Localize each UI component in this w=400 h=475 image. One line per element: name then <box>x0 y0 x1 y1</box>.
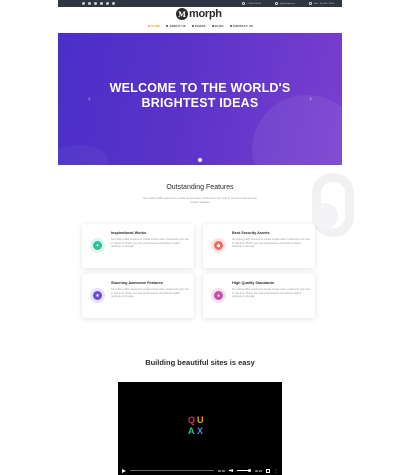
contact-mail[interactable]: info@morph.com <box>274 2 296 5</box>
feature-card-text: No coding skills required to create uniq… <box>111 238 189 249</box>
hero-title-line-2: BRIGHTEST IDEAS <box>141 96 259 110</box>
feature-card-glyph: ● <box>214 291 223 300</box>
feature-card: ● High Quality Standards No coding skill… <box>203 274 315 318</box>
contact-phone: +1 800 000 000 <box>241 2 261 5</box>
main-nav: HOME ABOUT US PAGES BLOG CONTACT US <box>148 24 253 28</box>
nav-home-icon <box>148 25 150 27</box>
pinterest-icon[interactable] <box>112 2 115 5</box>
feature-card: ✦ Inspirational Works No coding skills r… <box>82 224 194 268</box>
volume-slider[interactable] <box>237 469 251 472</box>
star-icon: ★ <box>90 288 105 303</box>
feature-card-glyph: ✦ <box>93 241 102 250</box>
feature-card-text: No coding skills required to create uniq… <box>232 238 310 249</box>
logo-mark: M <box>176 8 188 20</box>
top-bar: +1 800 000 000 info@morph.com Mon - Sat … <box>58 0 342 7</box>
feature-card-title: Inspirational Works <box>111 231 147 235</box>
hero-title: WELCOME TO THE WORLD'S BRIGHTEST IDEAS <box>58 81 342 111</box>
nav-contact-icon <box>229 25 232 27</box>
feature-card-text: No coding skills required to create uniq… <box>232 288 310 299</box>
feature-card-glyph: ◆ <box>214 241 223 250</box>
rss-icon[interactable] <box>106 2 109 5</box>
background-decoration-circle <box>312 203 338 229</box>
features-title: Outstanding Features <box>166 184 234 191</box>
contact-phone-text: +1 800 000 000 <box>246 2 261 5</box>
facebook-icon[interactable] <box>82 2 85 5</box>
contact-hours-text: Mon - Sat 9:00 - 18:00 <box>314 2 334 5</box>
contact-info: +1 800 000 000 info@morph.com Mon - Sat … <box>241 2 334 5</box>
mail-icon <box>274 2 278 5</box>
feature-card-title: Best Security Assets <box>232 231 270 235</box>
video-player[interactable]: Q U A X 00:00 00:25 ⋮ <box>118 382 282 475</box>
page: +1 800 000 000 info@morph.com Mon - Sat … <box>58 0 354 475</box>
shield-icon: ◆ <box>211 238 226 253</box>
contact-mail-text: info@morph.com <box>279 2 296 5</box>
video-logo-icon: Q U A X <box>188 415 204 436</box>
site-header: M morph HOME ABOUT US PAGES BLOG CONTACT… <box>58 7 342 33</box>
nav-pages-icon <box>191 25 194 27</box>
logo-text: morph <box>189 8 222 20</box>
features-section: Outstanding Features No coding skills re… <box>58 165 354 339</box>
google-plus-icon[interactable] <box>94 2 97 5</box>
hero-title-line-1: WELCOME TO THE WORLD'S <box>109 81 291 95</box>
nav-blog-icon <box>211 25 214 27</box>
nav-home[interactable]: HOME <box>148 24 160 28</box>
clock-icon <box>309 2 313 5</box>
slider-prev-icon[interactable]: ‹ <box>88 94 91 103</box>
nav-pages[interactable]: PAGES <box>191 24 206 28</box>
nav-pages-label: PAGES <box>194 24 206 28</box>
video-total-time: 00:25 <box>255 468 262 473</box>
nav-home-label: HOME <box>151 24 161 28</box>
badge-icon: ● <box>211 288 226 303</box>
feature-card: ★ Stunning Awesome Features No coding sk… <box>82 274 194 318</box>
svg-text:A: A <box>188 426 195 436</box>
nav-blog[interactable]: BLOG <box>211 24 224 28</box>
feature-card-title: Stunning Awesome Features <box>111 281 163 285</box>
features-subtitle: No coding skills required to create uniq… <box>143 196 257 204</box>
video-current-time: 00:00 <box>218 468 225 473</box>
nav-about-label: ABOUT US <box>169 24 186 28</box>
phone-icon <box>241 2 245 5</box>
hero-slider: WELCOME TO THE WORLD'S BRIGHTEST IDEAS ‹… <box>58 33 342 165</box>
social-links <box>82 2 115 5</box>
video-section-title: Building beautiful sites is easy <box>145 358 255 367</box>
feature-card-title: High Quality Standards <box>232 281 274 285</box>
contact-hours: Mon - Sat 9:00 - 18:00 <box>309 2 334 5</box>
feature-card-text: No coding skills required to create uniq… <box>111 288 189 299</box>
nav-blog-label: BLOG <box>214 24 224 28</box>
volume-knob[interactable] <box>248 469 251 472</box>
svg-text:Q: Q <box>188 415 195 425</box>
nav-about-icon <box>166 25 169 27</box>
fullscreen-icon[interactable] <box>266 468 270 473</box>
svg-text:X: X <box>197 426 203 436</box>
nav-about[interactable]: ABOUT US <box>166 24 186 28</box>
more-options-icon[interactable]: ⋮ <box>274 468 278 473</box>
volume-icon[interactable] <box>229 469 233 472</box>
linkedin-icon[interactable] <box>100 2 103 5</box>
nav-contact-label: CONTACT US <box>232 24 254 28</box>
svg-text:U: U <box>197 415 204 425</box>
feature-card: ◆ Best Security Assets No coding skills … <box>203 224 315 268</box>
logo[interactable]: M morph <box>176 8 222 20</box>
nav-contact[interactable]: CONTACT US <box>229 24 254 28</box>
video-progress-bar[interactable] <box>130 470 214 471</box>
lightbulb-icon: ✦ <box>90 238 105 253</box>
slider-dot[interactable] <box>198 158 202 162</box>
play-icon[interactable] <box>122 468 126 473</box>
twitter-icon[interactable] <box>88 2 91 5</box>
feature-card-glyph: ★ <box>93 291 102 300</box>
slider-next-icon[interactable]: › <box>309 94 312 103</box>
hero-decoration-small <box>58 145 108 165</box>
video-controls: 00:00 00:25 ⋮ <box>118 466 282 475</box>
